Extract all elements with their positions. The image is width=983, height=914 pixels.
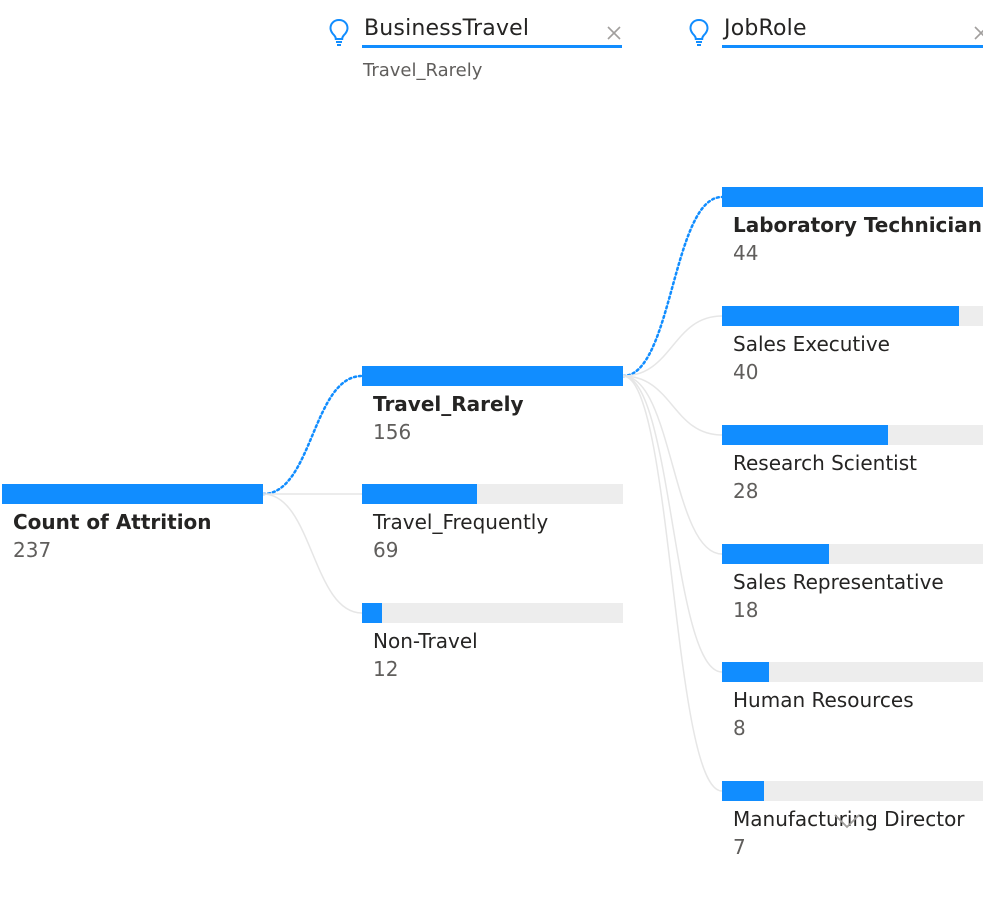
chevron-down-icon[interactable] xyxy=(832,810,862,832)
node-bar-track xyxy=(722,306,983,326)
node-label: Non-Travel xyxy=(373,629,478,653)
connector-business-travel-to-job-role xyxy=(622,375,723,436)
node-label: Laboratory Technician xyxy=(733,213,983,237)
node-bar-track xyxy=(362,366,623,386)
level-header-job-role: JobRole xyxy=(689,8,983,48)
node-label: Travel_Frequently xyxy=(373,510,549,534)
close-icon[interactable] xyxy=(602,21,626,45)
node-value: 237 xyxy=(13,538,52,562)
node-bar-fill xyxy=(362,484,477,504)
node-value: 18 xyxy=(733,598,759,622)
connector-business-travel-to-job-role xyxy=(622,315,723,377)
node-bar-track xyxy=(362,484,623,504)
connector-root-to-business-travel xyxy=(261,374,364,496)
level-title: JobRole xyxy=(724,16,807,41)
node-value: 7 xyxy=(733,835,746,859)
node-bar-fill xyxy=(722,781,764,801)
node-bar-fill xyxy=(722,306,959,326)
node-bar-track xyxy=(722,544,983,564)
node-value: 8 xyxy=(733,716,746,740)
node-bar-track xyxy=(722,781,983,801)
node-label: Sales Representative xyxy=(733,570,944,594)
node-value: 44 xyxy=(733,241,759,265)
level-title: BusinessTravel xyxy=(364,16,530,41)
connector-business-travel-to-job-role xyxy=(622,375,723,673)
node-value: 28 xyxy=(733,479,759,503)
node-label: Sales Executive xyxy=(733,332,890,356)
node-label: Human Resources xyxy=(733,688,914,712)
close-icon[interactable] xyxy=(969,21,983,45)
node-bar-fill xyxy=(362,603,382,623)
node-label: Count of Attrition xyxy=(13,510,212,534)
node-bar-track xyxy=(2,484,263,504)
node-bar-fill xyxy=(2,484,263,504)
node-bar-track xyxy=(362,603,623,623)
connector-business-travel-to-job-role xyxy=(622,375,723,792)
node-bar-track xyxy=(722,425,983,445)
node-bar-fill xyxy=(722,425,888,445)
node-value: 156 xyxy=(373,420,412,444)
lightbulb-icon xyxy=(689,18,709,46)
node-label: Travel_Rarely xyxy=(373,392,524,416)
node-bar-fill xyxy=(722,662,769,682)
connector-root-to-business-travel xyxy=(262,493,363,614)
level-header-business-travel: BusinessTravel xyxy=(329,8,622,48)
node-label: Research Scientist xyxy=(733,451,917,475)
level-selected-value: Travel_Rarely xyxy=(363,60,483,81)
node-bar-fill xyxy=(722,544,829,564)
connector-business-travel-to-job-role xyxy=(621,195,724,378)
node-bar-fill xyxy=(362,366,623,386)
node-bar-fill xyxy=(722,187,983,207)
connector-business-travel-to-job-role xyxy=(622,375,723,555)
node-value: 40 xyxy=(733,360,759,384)
node-value: 12 xyxy=(373,657,399,681)
lightbulb-icon xyxy=(329,18,349,46)
node-bar-track xyxy=(722,662,983,682)
node-bar-track xyxy=(722,187,983,207)
node-value: 69 xyxy=(373,538,399,562)
